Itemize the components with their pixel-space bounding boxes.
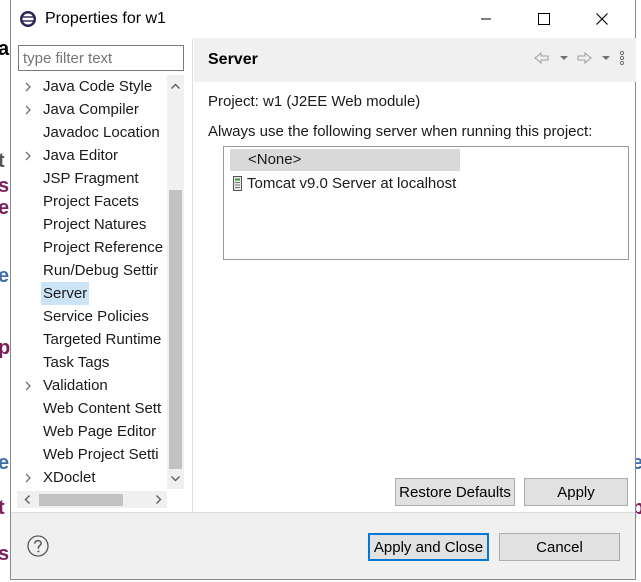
panel-divider[interactable] (192, 38, 193, 512)
tree-item[interactable]: Targeted Runtime (17, 328, 167, 351)
expand-chevron-icon[interactable] (23, 104, 33, 116)
background-window-peek: a t s e e p e t s (0, 38, 10, 565)
vertical-scroll-thumb[interactable] (169, 190, 182, 469)
tree-item[interactable]: Java Code Style (17, 75, 167, 98)
minimize-button[interactable] (463, 4, 509, 34)
expand-chevron-icon[interactable] (23, 81, 33, 93)
restore-defaults-button[interactable]: Restore Defaults (395, 478, 515, 506)
tree-item[interactable]: Project Facets (17, 190, 167, 213)
tree-item-label: Project Facets (43, 193, 139, 210)
server-option-label: <None> (248, 151, 302, 168)
tree-item-label: Task Tags (43, 354, 110, 371)
help-icon[interactable] (27, 535, 49, 557)
expand-chevron-icon[interactable] (23, 380, 33, 392)
view-menu-icon[interactable] (616, 48, 628, 68)
eclipse-icon (20, 11, 36, 27)
tree-item[interactable]: XDoclet (17, 466, 167, 489)
dialog-footer: Apply and Close Cancel (11, 513, 635, 579)
maximize-button[interactable] (521, 4, 567, 34)
tree-item[interactable]: Server (17, 282, 167, 305)
tree-item[interactable]: Javadoc Location (17, 121, 167, 144)
forward-menu-chevron-icon[interactable] (596, 48, 616, 68)
tree-item-label: Web Page Editor (43, 423, 157, 440)
tree-item-label: Project Reference (43, 239, 164, 256)
tree-item-label: JSP Fragment (43, 170, 139, 187)
tree-item[interactable]: Java Editor (17, 144, 167, 167)
server-prompt-label: Always use the following server when run… (208, 123, 593, 140)
tree-item-label: Server (41, 282, 90, 305)
tree-item-label: Javadoc Location (43, 124, 160, 141)
tree-item-label: Java Code Style (43, 78, 153, 95)
property-tree: Java Code Style Java Compiler Javadoc Loca… (17, 75, 167, 489)
tree-item[interactable]: Validation (17, 374, 167, 397)
background-window-peek-right: e p (636, 0, 641, 582)
expand-chevron-icon[interactable] (23, 472, 33, 484)
tree-item[interactable]: Run/Debug Settir (17, 259, 167, 282)
horizontal-scroll-thumb[interactable] (39, 494, 123, 506)
close-icon (596, 13, 608, 25)
tree-item-label: Service Policies (43, 308, 149, 325)
tree-item[interactable]: JSP Fragment (17, 167, 167, 190)
project-info: Project: w1 (J2EE Web module) (208, 93, 421, 110)
maximize-icon (538, 13, 550, 25)
tree-item-label: Java Editor (43, 147, 119, 164)
back-arrow-icon[interactable] (532, 48, 552, 68)
server-list: <None> Tomcat v9.0 Server at localhost (223, 146, 629, 260)
scroll-right-icon[interactable] (153, 494, 164, 505)
forward-arrow-icon[interactable] (574, 48, 594, 68)
server-option-none[interactable]: <None> (230, 149, 460, 171)
tree-item[interactable]: Project Reference (17, 236, 167, 259)
properties-dialog: Properties for w1 Java Code StyleJava Co… (10, 0, 636, 580)
tree-item-label: XDoclet (43, 469, 96, 486)
page-header: Server (194, 38, 636, 82)
scroll-left-icon[interactable] (22, 494, 33, 505)
tree-item-label: Project Natures (43, 216, 147, 233)
tree-vertical-scrollbar[interactable] (167, 75, 184, 489)
scroll-up-icon[interactable] (170, 81, 181, 92)
tree-item-label: Run/Debug Settir (43, 262, 159, 279)
tree-item-label: Validation (43, 377, 108, 394)
tree-item-label: Web Project Setti (43, 446, 159, 463)
tree-item-label: Java Compiler (43, 101, 139, 118)
cancel-button[interactable]: Cancel (499, 533, 620, 561)
tree-item[interactable]: Java Compiler (17, 98, 167, 121)
server-option-label: Tomcat v9.0 Server at localhost (247, 175, 457, 192)
tree-item[interactable]: Web Content Sett (17, 397, 167, 420)
tree-horizontal-scrollbar[interactable] (17, 491, 167, 508)
back-menu-chevron-icon[interactable] (554, 48, 574, 68)
tree-item[interactable]: Web Page Editor (17, 420, 167, 443)
scroll-down-icon[interactable] (170, 473, 181, 484)
tree-item[interactable]: Project Natures (17, 213, 167, 236)
tree-item[interactable]: Task Tags (17, 351, 167, 374)
minimize-icon (481, 18, 491, 20)
window-title: Properties for w1 (45, 10, 166, 27)
filter-input[interactable] (18, 45, 184, 71)
tree-item-label: Targeted Runtime (43, 331, 162, 348)
tree-item[interactable]: Web Project Setti (17, 443, 167, 466)
title-bar: Properties for w1 (11, 0, 635, 38)
expand-chevron-icon[interactable] (23, 150, 33, 162)
apply-and-close-button[interactable]: Apply and Close (368, 533, 489, 561)
apply-button[interactable]: Apply (524, 478, 628, 506)
tree-item[interactable]: Service Policies (17, 305, 167, 328)
close-button[interactable] (579, 4, 625, 34)
server-icon (233, 176, 242, 191)
page-title: Server (208, 51, 258, 68)
tree-item-label: Web Content Sett (43, 400, 162, 417)
